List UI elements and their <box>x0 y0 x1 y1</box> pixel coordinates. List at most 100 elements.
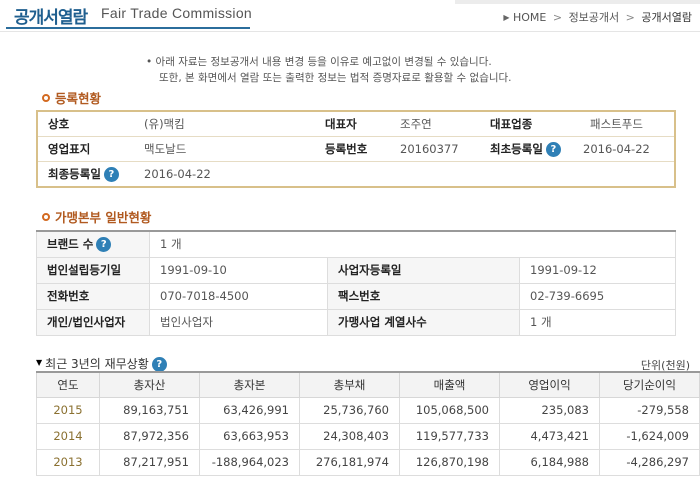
value-cell: 235,083 <box>499 396 600 424</box>
notice-line: 또한, 본 화면에서 열람 또는 출력한 정보는 법적 증명자료로 활용할 수 … <box>159 72 512 84</box>
value-cell: 105,068,500 <box>399 396 500 424</box>
column-header: 총자본 <box>199 371 300 398</box>
ceo-label: 대표자 <box>325 117 357 131</box>
fax-label: 팩스번호 <box>327 282 520 310</box>
value-cell: -279,558 <box>599 396 700 424</box>
year-cell: 2014 <box>36 422 100 450</box>
year-cell: 2013 <box>36 448 100 476</box>
phone-label: 전화번호 <box>36 282 150 310</box>
finance-title: ▼ 최근 3년의 재무상황? <box>36 355 167 372</box>
fax-value: 02-739-6695 <box>519 282 676 310</box>
column-header: 영업이익 <box>499 371 600 398</box>
page-title-english: Fair Trade Commission <box>101 5 253 21</box>
help-icon[interactable]: ? <box>545 142 561 157</box>
last-reg-value: 2016-04-22 <box>144 167 211 181</box>
breadcrumb-current: 공개서열람 <box>641 11 692 24</box>
registration-row: 상호 (유)맥킴 대표자 조주연 대표업종 패스트푸드 <box>38 112 674 137</box>
registration-row: 최종등록일? 2016-04-22 <box>38 162 674 188</box>
column-header: 총부채 <box>299 371 400 398</box>
registration-box: 상호 (유)맥킴 대표자 조주연 대표업종 패스트푸드 영업표지 맥도날드 등록… <box>36 110 676 188</box>
value-cell: -1,624,009 <box>599 422 700 450</box>
column-header: 총자산 <box>99 371 200 398</box>
finance-body: 2015 89,163,751 63,426,991 25,736,760 105,06… <box>36 396 700 476</box>
value-cell: 87,217,951 <box>99 448 200 476</box>
column-header: 매출액 <box>399 371 500 398</box>
first-reg-label-text: 최초등록일 <box>490 142 543 156</box>
value-cell: 63,426,991 <box>199 396 300 424</box>
phone-value: 070-7018-4500 <box>149 282 328 310</box>
finance-header-row: 연도 총자산 총자본 총부채 매출액 영업이익 당기순이익 <box>36 371 700 398</box>
first-reg-value: 2016-04-22 <box>583 142 650 156</box>
company-value: (유)맥킴 <box>144 117 185 131</box>
company-label: 상호 <box>48 117 70 131</box>
first-reg-label: 최초등록일? <box>490 137 561 162</box>
last-reg-label: 최종등록일? <box>48 162 119 187</box>
header-strip <box>455 0 700 4</box>
section-bullet-icon <box>42 94 50 102</box>
brand-value: 맥도날드 <box>144 142 187 156</box>
value-cell: 25,736,760 <box>299 396 400 424</box>
year-cell: 2015 <box>36 396 100 424</box>
corp-date-value: 1991-09-10 <box>149 256 328 284</box>
help-icon[interactable]: ? <box>151 357 167 372</box>
breadcrumb-separator-icon: > <box>552 11 563 24</box>
breadcrumb-info-disclosure[interactable]: 정보공개서 <box>569 9 620 25</box>
brand-count-value: 1 개 <box>149 230 676 258</box>
general-heading: 가맹본부 일반현황 <box>42 207 151 226</box>
notice: • 아래 자료는 정보공개서 내용 변경 등을 이유로 예고없이 변경될 수 있… <box>146 54 512 86</box>
notice-line: • 아래 자료는 정보공개서 내용 변경 등을 이유로 예고없이 변경될 수 있… <box>146 56 492 68</box>
biz-reg-label: 사업자등록일 <box>327 256 520 284</box>
table-row: 2013 87,217,951 -188,964,023 276,181,974 126… <box>36 448 700 476</box>
value-cell: 89,163,751 <box>99 396 200 424</box>
finance-title-text: 최근 3년의 재무상황 <box>45 357 149 371</box>
breadcrumb-home[interactable]: HOME <box>513 11 546 24</box>
help-icon[interactable]: ? <box>103 167 119 182</box>
table-row: 2014 87,972,356 63,663,953 24,308,403 119,57… <box>36 422 700 450</box>
section-bullet-icon <box>42 213 50 221</box>
page-header: 공개서열람 Fair Trade Commission ▶ HOME > 정보공… <box>0 0 700 32</box>
value-cell: -4,286,297 <box>599 448 700 476</box>
regno-value: 20160377 <box>400 142 459 156</box>
value-cell: 6,184,988 <box>499 448 600 476</box>
biz-reg-value: 1991-09-12 <box>519 256 676 284</box>
value-cell: -188,964,023 <box>199 448 300 476</box>
value-cell: 126,870,198 <box>399 448 500 476</box>
value-cell: 87,972,356 <box>99 422 200 450</box>
breadcrumb-separator-icon: > <box>625 11 635 24</box>
value-cell: 4,473,421 <box>499 422 600 450</box>
corp-date-label: 법인설립등기일 <box>36 256 150 284</box>
page-title: 공개서열람 <box>14 8 88 28</box>
brand-label: 영업표지 <box>48 142 91 156</box>
help-icon[interactable]: ? <box>96 237 112 253</box>
registration-heading-text: 등록현황 <box>55 91 102 106</box>
breadcrumb: ▶ HOME > 정보공개서 > 공개서열람 <box>503 9 692 25</box>
section-triangle-icon: ▼ <box>36 358 43 367</box>
title-underline <box>6 27 250 29</box>
table-row: 개인/법인사업자 법인사업자 가맹사업 계열사수 1 개 <box>36 308 676 336</box>
table-row: 법인설립등기일 1991-09-10 사업자등록일 1991-09-12 <box>36 256 676 284</box>
breadcrumb-arrow-icon: ▶ <box>503 13 510 22</box>
industry-value: 패스트푸드 <box>590 117 643 131</box>
brand-count-label-text: 브랜드 수 <box>47 237 94 252</box>
ceo-value: 조주연 <box>400 117 432 131</box>
affiliates-label: 가맹사업 계열사수 <box>327 308 520 336</box>
entity-label: 개인/법인사업자 <box>36 308 150 336</box>
last-reg-label-text: 최종등록일 <box>48 167 101 181</box>
column-header: 연도 <box>36 371 100 398</box>
column-header: 당기순이익 <box>599 371 700 398</box>
general-heading-text: 가맹본부 일반현황 <box>55 210 152 225</box>
regno-label: 등록번호 <box>325 142 368 156</box>
value-cell: 63,663,953 <box>199 422 300 450</box>
value-cell: 24,308,403 <box>299 422 400 450</box>
brand-count-label: 브랜드 수? <box>36 230 150 258</box>
registration-heading: 등록현황 <box>42 88 101 107</box>
general-table: 브랜드 수? 1 개 법인설립등기일 1991-09-10 사업자등록일 199… <box>36 230 676 336</box>
value-cell: 276,181,974 <box>299 448 400 476</box>
affiliates-value: 1 개 <box>519 308 676 336</box>
table-row: 브랜드 수? 1 개 <box>36 230 676 258</box>
table-row: 전화번호 070-7018-4500 팩스번호 02-739-6695 <box>36 282 676 310</box>
table-row: 2015 89,163,751 63,426,991 25,736,760 105,06… <box>36 396 700 424</box>
entity-value: 법인사업자 <box>149 308 328 336</box>
registration-row: 영업표지 맥도날드 등록번호 20160377 최초등록일? 2016-04-2… <box>38 137 674 162</box>
finance-table: 연도 총자산 총자본 총부채 매출액 영업이익 당기순이익 2015 89,163,751 63… <box>36 371 700 476</box>
